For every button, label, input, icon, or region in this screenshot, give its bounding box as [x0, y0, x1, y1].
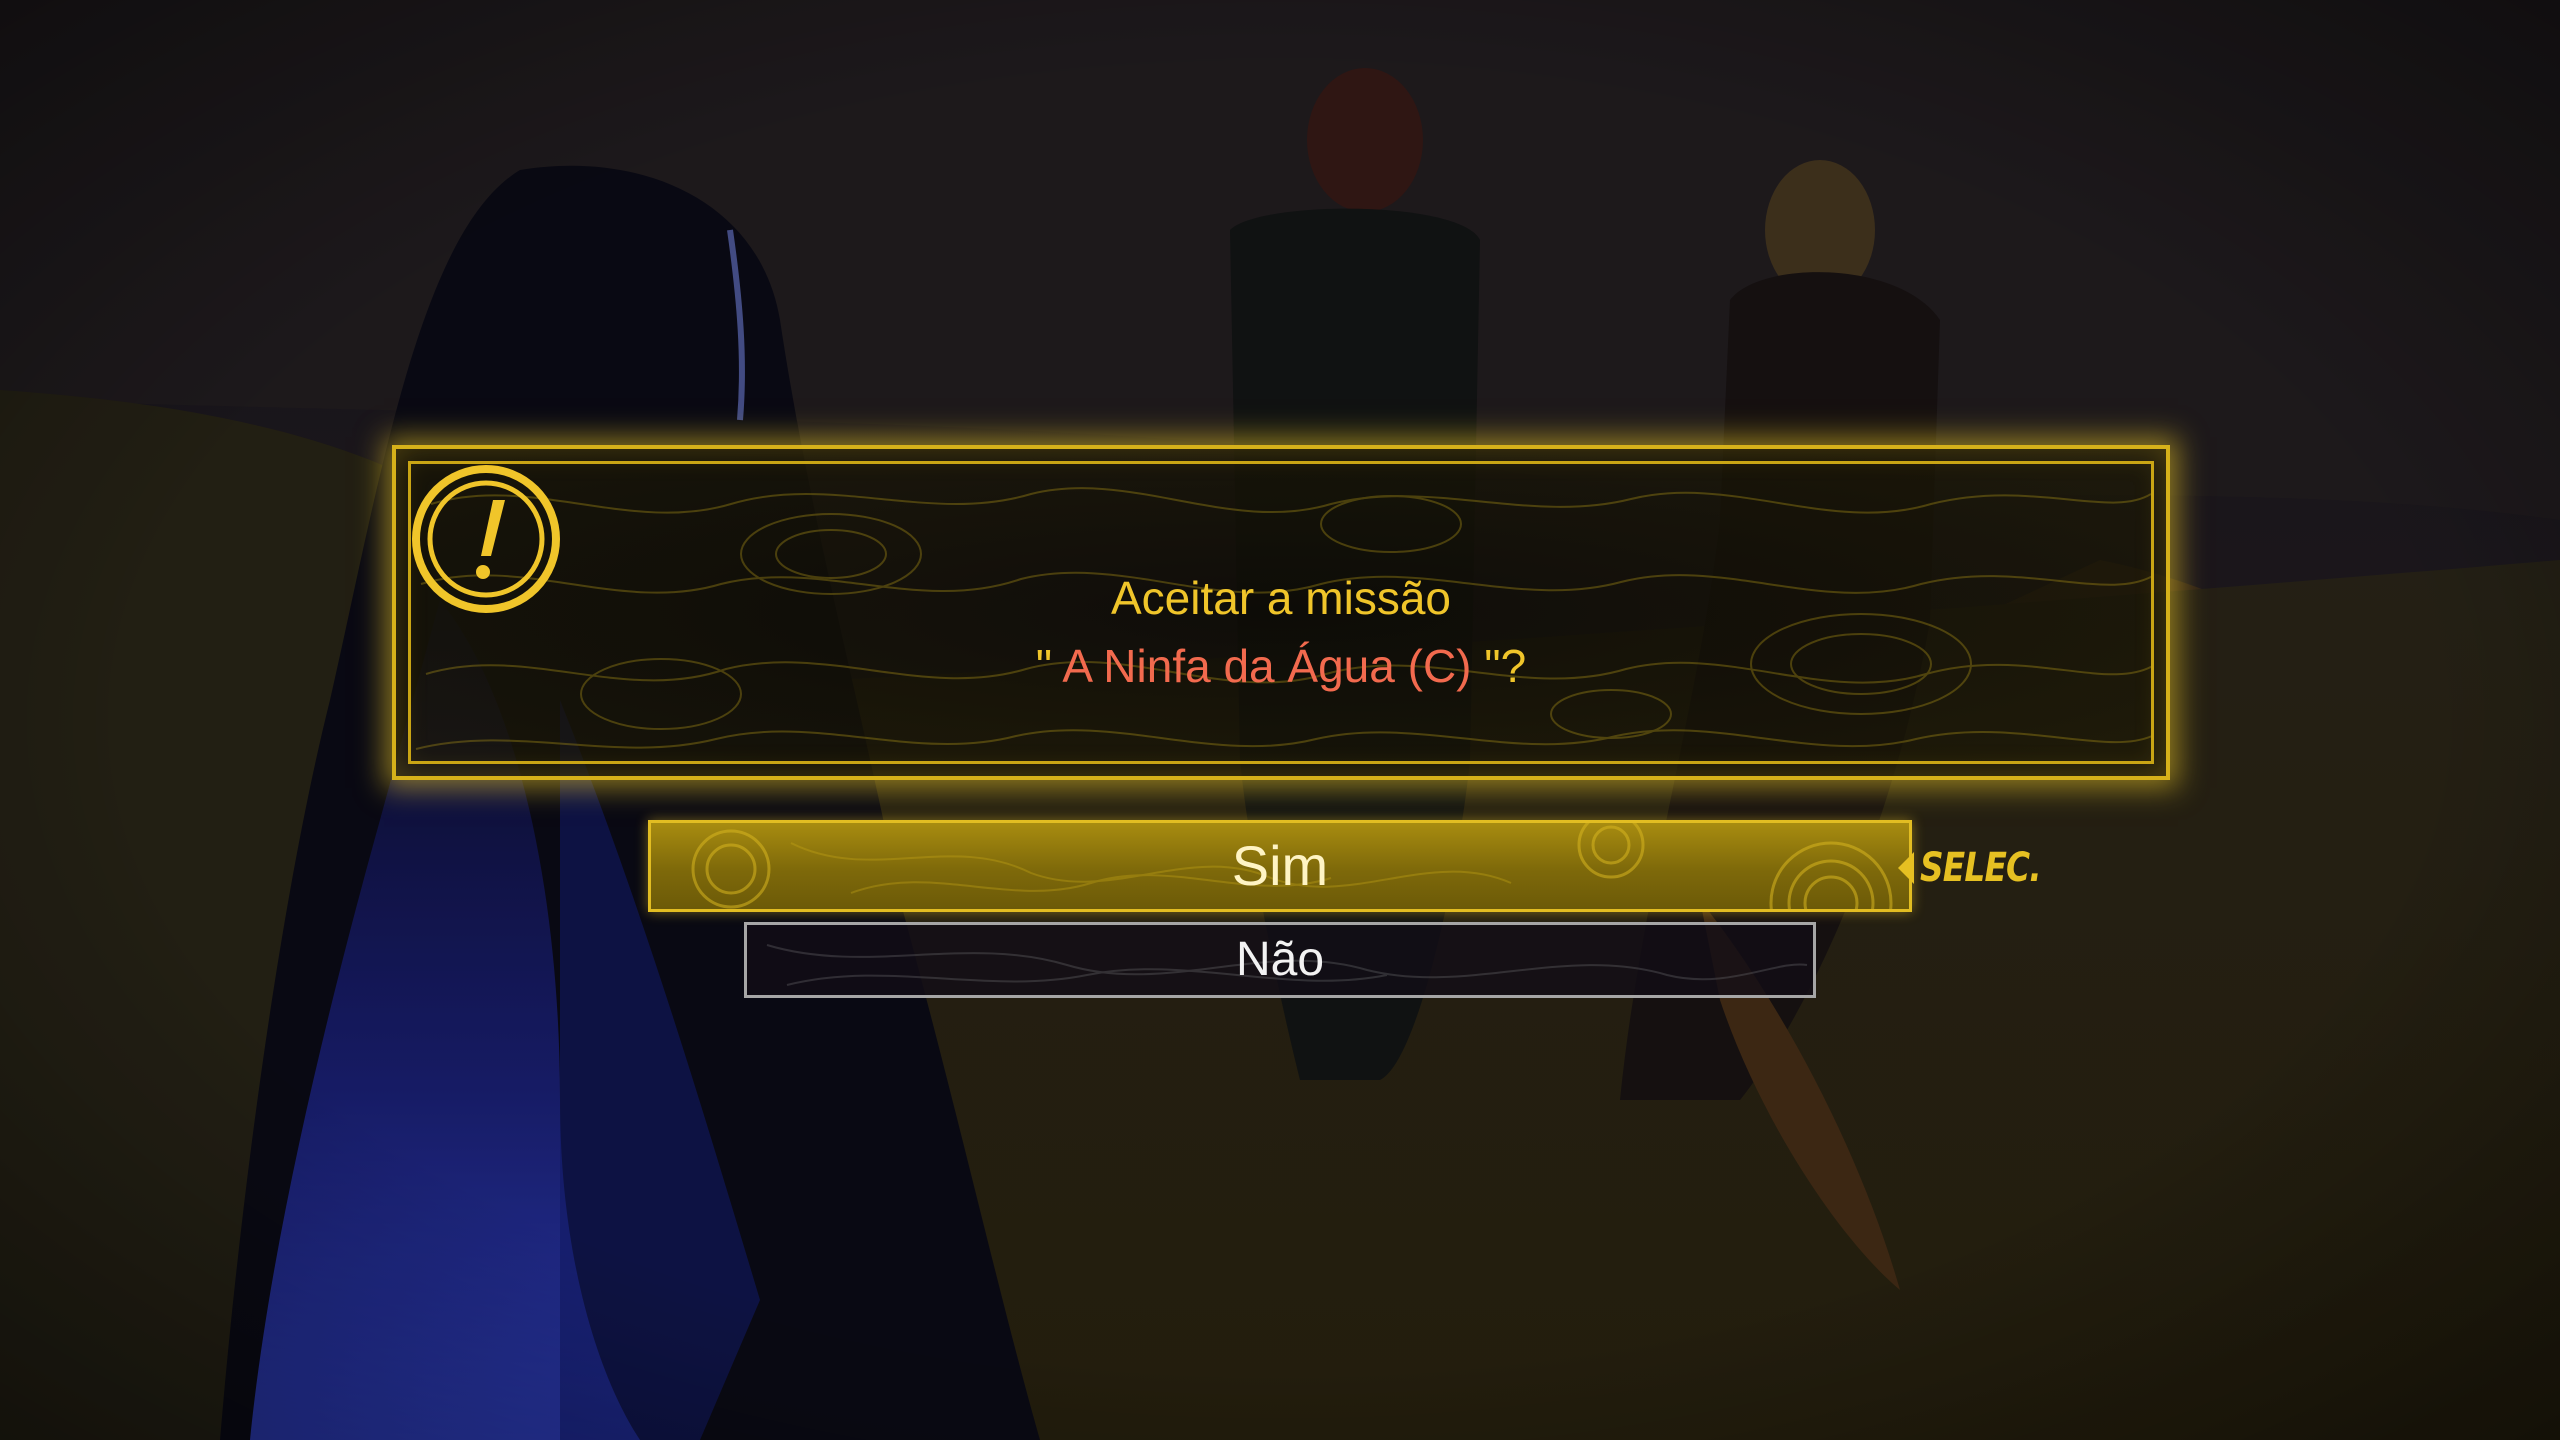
dialog-message: Aceitar a missão " A Ninfa da Água (C) "… — [411, 564, 2151, 700]
option-yes-label: Sim — [1231, 834, 1329, 897]
option-no-button[interactable]: Não — [744, 922, 1816, 998]
select-prompt: SELEC. — [1898, 840, 2068, 896]
select-hint-label: SELEC. — [1920, 845, 2042, 891]
dialog-question-line: Aceitar a missão — [1110, 572, 1451, 624]
quest-confirm-dialog: Aceitar a missão " A Ninfa da Água (C) "… — [392, 445, 2170, 780]
select-arrow-icon — [1898, 852, 1914, 884]
dialog-quest-line: " A Ninfa da Água (C) "? — [411, 632, 2151, 700]
quote-open: " — [1035, 640, 1063, 692]
quest-name: A Ninfa da Água (C) — [1062, 640, 1472, 692]
dialog-panel: Aceitar a missão " A Ninfa da Água (C) "… — [408, 461, 2154, 764]
quote-close: "? — [1471, 640, 1527, 692]
option-no-label: Não — [1235, 933, 1325, 986]
option-yes-button[interactable]: Sim — [648, 820, 1912, 912]
